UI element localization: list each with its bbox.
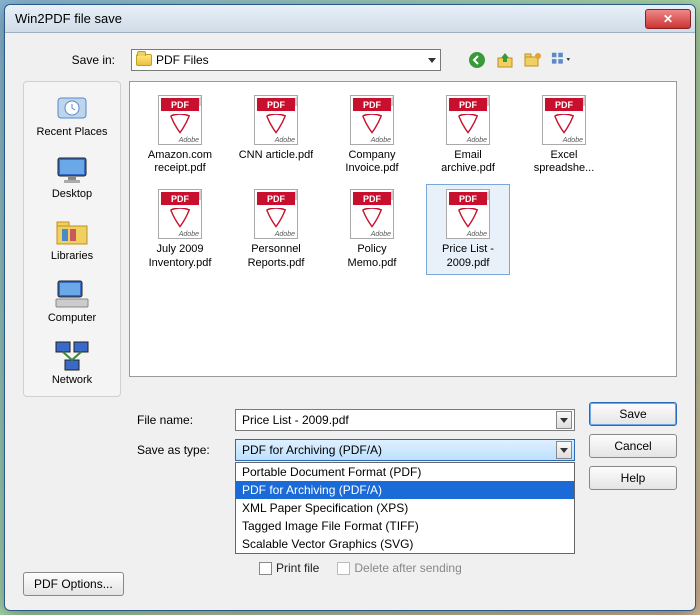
file-item[interactable]: PDFAdobe July 2009 Inventory.pdf (138, 184, 222, 274)
file-label: Amazon.com receipt.pdf (141, 149, 219, 175)
pdf-file-icon: PDFAdobe (542, 95, 586, 145)
file-item[interactable]: PDFAdobe Amazon.com receipt.pdf (138, 90, 222, 180)
libraries-icon (54, 216, 90, 248)
file-label: CNN article.pdf (239, 149, 314, 162)
save-in-value: PDF Files (156, 53, 209, 67)
file-label: July 2009 Inventory.pdf (141, 243, 219, 269)
file-label: Price List - 2009.pdf (429, 243, 507, 269)
file-item[interactable]: PDFAdobe Email archive.pdf (426, 90, 510, 180)
place-label: Recent Places (37, 126, 108, 138)
pdf-file-icon: PDFAdobe (446, 189, 490, 239)
savetype-option[interactable]: Tagged Image File Format (TIFF) (236, 517, 574, 535)
options-row-2: Print file Delete after sending (259, 559, 677, 577)
file-label: Policy Memo.pdf (333, 243, 411, 269)
place-recent[interactable]: Recent Places (26, 88, 118, 142)
checkbox-icon (337, 562, 350, 575)
help-button[interactable]: Help (589, 466, 677, 490)
file-label: Excel spreadshe... (525, 149, 603, 175)
desktop-icon (54, 154, 90, 186)
file-item[interactable]: PDFAdobe Price List - 2009.pdf (426, 184, 510, 274)
up-one-level-icon[interactable] (495, 50, 515, 70)
save-button[interactable]: Save (589, 402, 677, 426)
savetype-option[interactable]: Scalable Vector Graphics (SVG) (236, 535, 574, 553)
savetype-dropdown-list: Portable Document Format (PDF) PDF for A… (235, 462, 575, 554)
close-button[interactable]: ✕ (645, 9, 691, 29)
place-libraries[interactable]: Libraries (26, 212, 118, 266)
places-bar: Recent Places Desktop Libraries Computer… (23, 81, 121, 397)
savetype-option[interactable]: XML Paper Specification (XPS) (236, 499, 574, 517)
save-in-combo[interactable]: PDF Files (131, 49, 441, 71)
place-network[interactable]: Network (26, 336, 118, 390)
file-item[interactable]: PDFAdobe Personnel Reports.pdf (234, 184, 318, 274)
file-label: Personnel Reports.pdf (237, 243, 315, 269)
computer-icon (54, 278, 90, 310)
file-list-area[interactable]: PDFAdobe Amazon.com receipt.pdf PDFAdobe C… (129, 81, 677, 377)
file-label: Email archive.pdf (429, 149, 507, 175)
bottom-area: File name: Price List - 2009.pdf Save as… (23, 409, 677, 577)
filename-label: File name: (129, 413, 235, 427)
file-item[interactable]: PDFAdobe Excel spreadshe... (522, 90, 606, 180)
file-item[interactable]: PDFAdobe Company Invoice.pdf (330, 90, 414, 180)
filename-value: Price List - 2009.pdf (242, 413, 349, 427)
place-label: Libraries (51, 250, 93, 262)
dialog-body: Save in: PDF Files (5, 33, 695, 591)
pdf-file-icon: PDFAdobe (446, 95, 490, 145)
folder-icon (136, 54, 152, 66)
main-row: Recent Places Desktop Libraries Computer… (23, 81, 677, 397)
back-icon[interactable] (467, 50, 487, 70)
savetype-combo[interactable]: PDF for Archiving (PDF/A) Portable Docum… (235, 439, 575, 461)
titlebar[interactable]: Win2PDF file save ✕ (5, 5, 695, 33)
filename-combo[interactable]: Price List - 2009.pdf (235, 409, 575, 431)
new-folder-icon[interactable] (523, 50, 543, 70)
savetype-option[interactable]: PDF for Archiving (PDF/A) (236, 481, 574, 499)
save-in-row: Save in: PDF Files (23, 49, 677, 71)
nav-icons (467, 50, 571, 70)
place-label: Computer (48, 312, 96, 324)
place-computer[interactable]: Computer (26, 274, 118, 328)
print-file-checkbox[interactable]: Print file (259, 561, 319, 575)
file-label: Company Invoice.pdf (333, 149, 411, 175)
pdf-options-area: PDF Options... (23, 572, 124, 596)
place-desktop[interactable]: Desktop (26, 150, 118, 204)
chevron-down-icon (428, 58, 436, 63)
recent-places-icon (54, 92, 90, 124)
save-in-label: Save in: (23, 53, 123, 67)
file-item[interactable]: PDFAdobe CNN article.pdf (234, 90, 318, 180)
file-grid: PDFAdobe Amazon.com receipt.pdf PDFAdobe C… (138, 90, 668, 275)
network-icon (54, 340, 90, 372)
pdf-file-icon: PDFAdobe (350, 189, 394, 239)
savetype-label: Save as type: (129, 443, 235, 457)
savetype-option[interactable]: Portable Document Format (PDF) (236, 463, 574, 481)
close-icon: ✕ (663, 12, 673, 26)
pdf-file-icon: PDFAdobe (254, 189, 298, 239)
pdf-file-icon: PDFAdobe (350, 95, 394, 145)
chevron-down-icon[interactable] (556, 411, 572, 429)
pdf-options-button[interactable]: PDF Options... (23, 572, 124, 596)
pdf-file-icon: PDFAdobe (254, 95, 298, 145)
cancel-button[interactable]: Cancel (589, 434, 677, 458)
delete-after-sending-checkbox[interactable]: Delete after sending (337, 561, 461, 575)
save-dialog-window: Win2PDF file save ✕ Save in: PDF Files (4, 4, 696, 611)
place-label: Network (52, 374, 92, 386)
chevron-down-icon[interactable] (556, 441, 572, 459)
view-menu-icon[interactable] (551, 50, 571, 70)
pdf-file-icon: PDFAdobe (158, 189, 202, 239)
savetype-value: PDF for Archiving (PDF/A) (242, 443, 382, 457)
place-label: Desktop (52, 188, 92, 200)
checkbox-icon (259, 562, 272, 575)
window-title: Win2PDF file save (15, 11, 645, 26)
button-column: Save Cancel Help (589, 402, 677, 490)
pdf-file-icon: PDFAdobe (158, 95, 202, 145)
file-item[interactable]: PDFAdobe Policy Memo.pdf (330, 184, 414, 274)
